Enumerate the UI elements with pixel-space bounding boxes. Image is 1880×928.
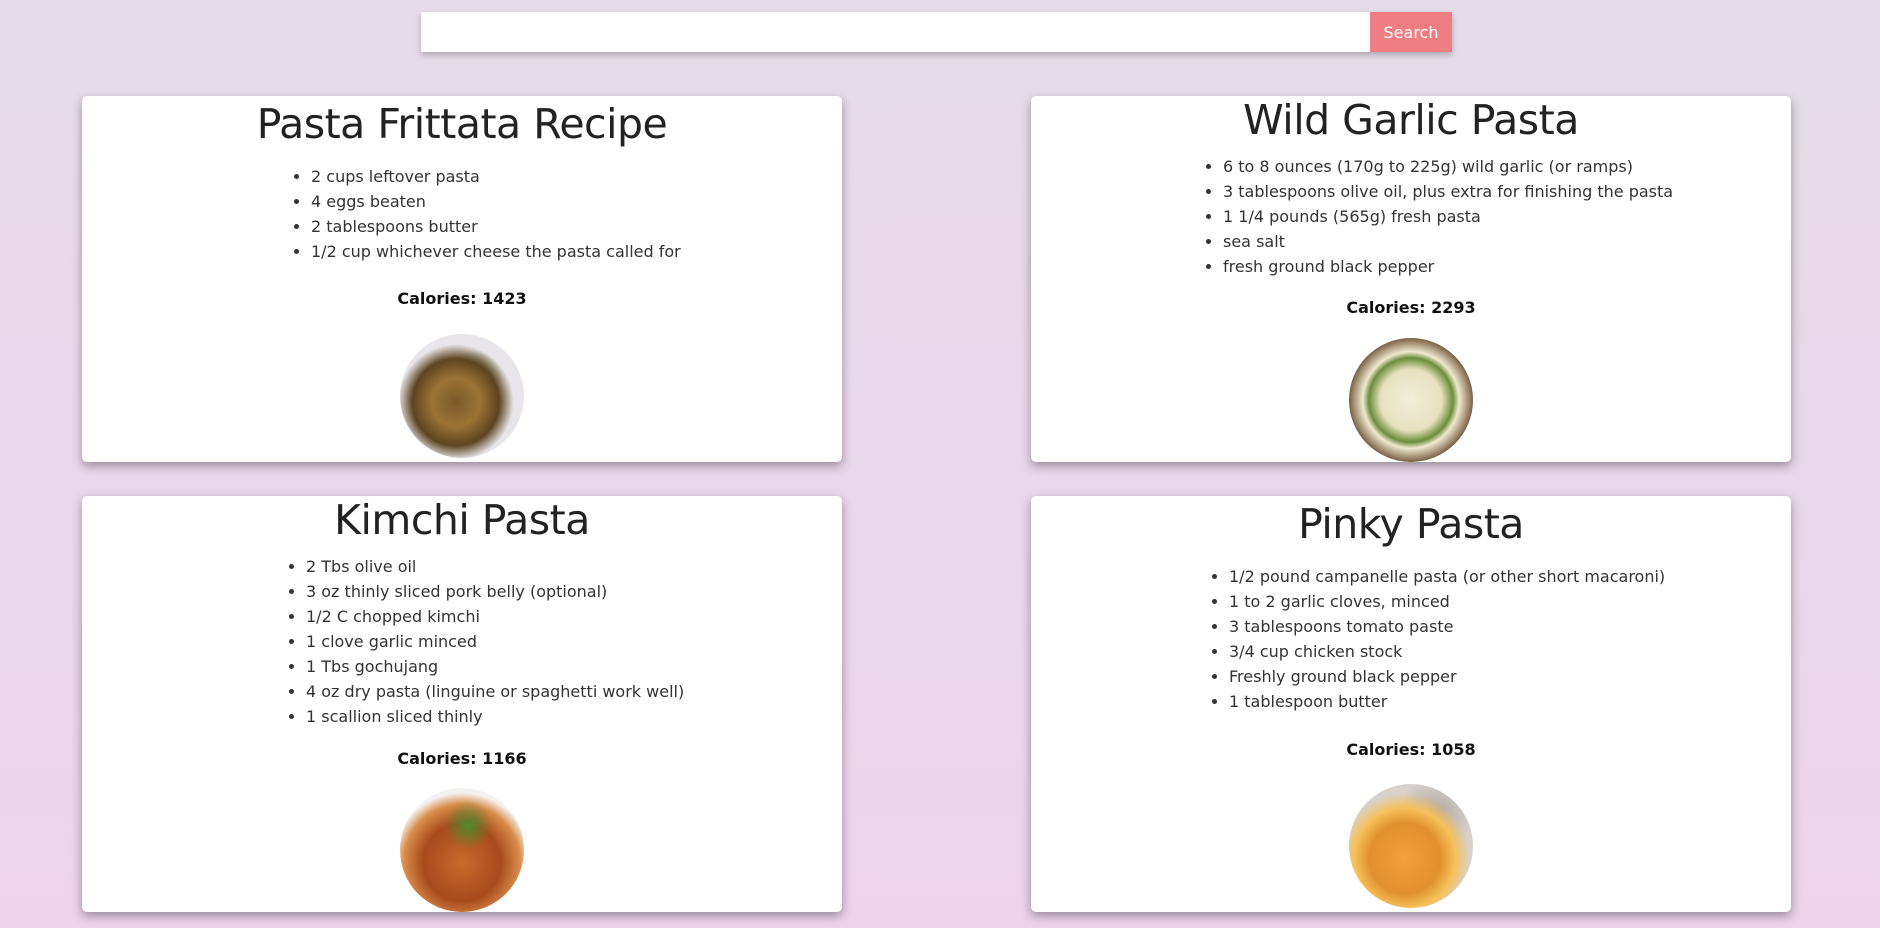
recipe-card: Pinky Pasta 1/2 pound campanelle pasta (…	[1031, 496, 1791, 912]
ingredient-item: 2 Tbs olive oil	[306, 554, 684, 579]
recipe-image	[1349, 784, 1473, 908]
ingredient-item: 3 tablespoons olive oil, plus extra for …	[1223, 179, 1673, 204]
ingredient-item: 3/4 cup chicken stock	[1229, 639, 1665, 664]
ingredient-item: 2 cups leftover pasta	[311, 164, 681, 189]
search-input[interactable]	[421, 12, 1370, 52]
ingredient-item: 1 scallion sliced thinly	[306, 704, 684, 729]
calories-label: Calories: 1166	[397, 749, 527, 768]
calories-label: Calories: 2293	[1346, 298, 1476, 317]
ingredient-item: 6 to 8 ounces (170g to 225g) wild garlic…	[1223, 154, 1673, 179]
recipe-image	[400, 788, 524, 912]
ingredient-item: 4 oz dry pasta (linguine or spaghetti wo…	[306, 679, 684, 704]
recipe-card: Wild Garlic Pasta 6 to 8 ounces (170g to…	[1031, 96, 1791, 462]
ingredient-item: 1 1/4 pounds (565g) fresh pasta	[1223, 204, 1673, 229]
ingredient-item: 1 clove garlic minced	[306, 629, 684, 654]
ingredient-list: 6 to 8 ounces (170g to 225g) wild garlic…	[1201, 154, 1673, 279]
ingredient-item: 4 eggs beaten	[311, 189, 681, 214]
ingredient-item: 1/2 C chopped kimchi	[306, 604, 684, 629]
ingredient-item: 3 tablespoons tomato paste	[1229, 614, 1665, 639]
recipe-title: Wild Garlic Pasta	[1243, 96, 1579, 144]
recipe-card: Kimchi Pasta 2 Tbs olive oil 3 oz thinly…	[82, 496, 842, 912]
ingredient-list: 2 Tbs olive oil 3 oz thinly sliced pork …	[284, 554, 684, 729]
search-bar: Search	[421, 12, 1452, 52]
search-button[interactable]: Search	[1370, 12, 1452, 52]
ingredient-item: 1/2 cup whichever cheese the pasta calle…	[311, 239, 681, 264]
ingredient-item: Freshly ground black pepper	[1229, 664, 1665, 689]
ingredient-item: 1 Tbs gochujang	[306, 654, 684, 679]
ingredient-item: 1/2 pound campanelle pasta (or other sho…	[1229, 564, 1665, 589]
calories-label: Calories: 1058	[1346, 740, 1476, 759]
ingredient-item: sea salt	[1223, 229, 1673, 254]
calories-label: Calories: 1423	[397, 289, 527, 308]
ingredient-item: 2 tablespoons butter	[311, 214, 681, 239]
ingredient-list: 1/2 pound campanelle pasta (or other sho…	[1207, 564, 1665, 714]
ingredient-item: fresh ground black pepper	[1223, 254, 1673, 279]
ingredient-item: 1 tablespoon butter	[1229, 689, 1665, 714]
ingredient-item: 1 to 2 garlic cloves, minced	[1229, 589, 1665, 614]
recipe-card: Pasta Frittata Recipe 2 cups leftover pa…	[82, 96, 842, 462]
ingredient-list: 2 cups leftover pasta 4 eggs beaten 2 ta…	[289, 164, 681, 264]
recipe-image	[400, 334, 524, 458]
ingredient-item: 3 oz thinly sliced pork belly (optional)	[306, 579, 684, 604]
recipe-title: Pinky Pasta	[1298, 500, 1524, 548]
recipe-title: Pasta Frittata Recipe	[256, 100, 668, 148]
recipe-image	[1349, 338, 1473, 462]
recipe-title: Kimchi Pasta	[334, 496, 590, 544]
